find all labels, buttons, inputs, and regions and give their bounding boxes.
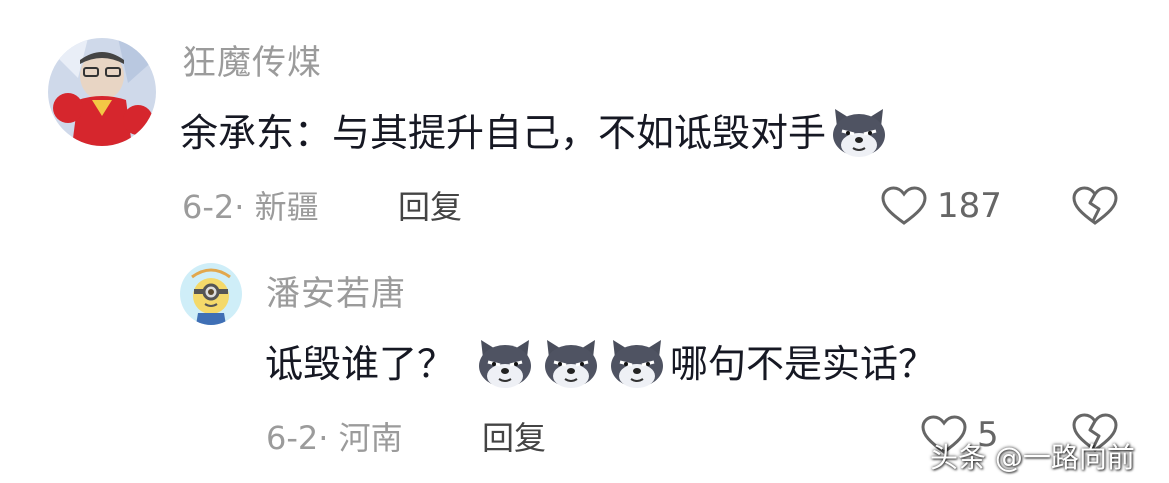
watermark: 头条 @一路向前	[930, 441, 1135, 474]
username[interactable]: 狂魔传煤	[182, 43, 322, 83]
comment-text-content: 诋毁谁了？	[265, 342, 456, 386]
dislike-button[interactable]	[1071, 185, 1119, 231]
reply-button[interactable]: 回复	[398, 187, 462, 227]
doge-wolf-emoji	[541, 338, 601, 390]
avatar[interactable]	[180, 263, 242, 325]
comment-text: 余承东：与其提升自己，不如诋毁对手	[180, 107, 892, 159]
like-count: 187	[937, 186, 1002, 226]
reply-button[interactable]: 回复	[482, 418, 546, 458]
broken-heart-icon	[1071, 186, 1119, 231]
like-button[interactable]: 187	[880, 183, 1010, 229]
comment-text-content: 余承东：与其提升自己，不如诋毁对手	[180, 111, 827, 155]
comment-date-location: 6-2· 新疆	[182, 188, 319, 226]
heart-outline-icon	[880, 185, 928, 231]
comment-date-location: 6-2· 河南	[266, 419, 403, 457]
username[interactable]: 潘安若唐	[266, 274, 406, 314]
doge-wolf-emoji	[829, 107, 889, 159]
comment-text: 诋毁谁了？ 哪句不是实话？	[265, 338, 936, 390]
avatar[interactable]	[48, 38, 156, 146]
comment-text-content: 哪句不是实话？	[670, 342, 937, 386]
doge-wolf-emoji	[607, 338, 667, 390]
doge-wolf-emoji	[475, 338, 535, 390]
